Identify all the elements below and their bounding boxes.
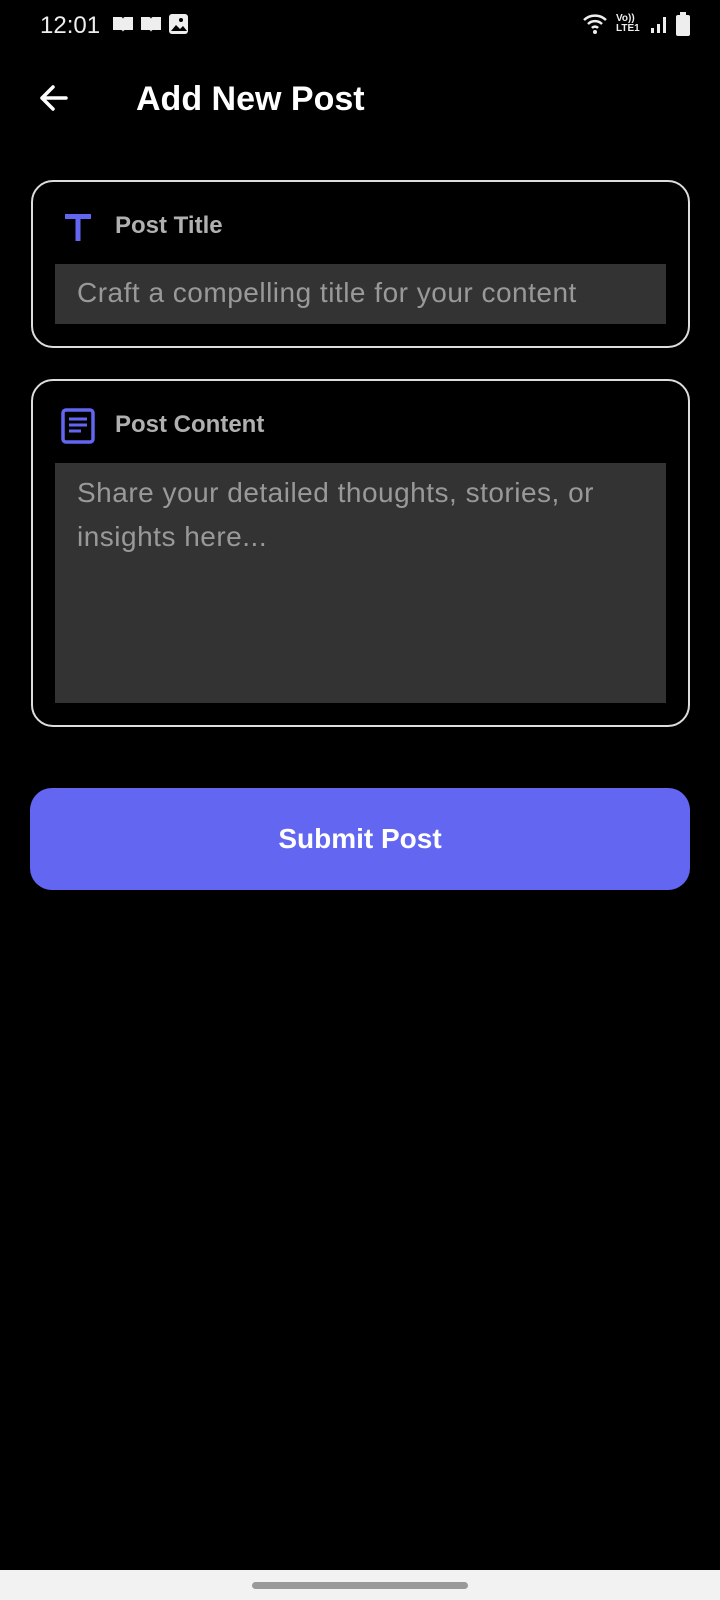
wifi-icon [583,14,607,34]
signal-icon [651,17,666,33]
image-icon [169,14,188,34]
book-icon [113,17,133,32]
app-bar: Add New Post [0,60,720,140]
navigation-bar [0,1570,720,1600]
title-icon [65,214,91,241]
post-content-card: Post Content Share your detailed thought… [31,379,690,727]
back-arrow-icon[interactable] [34,78,74,118]
home-gesture-handle[interactable] [252,1582,468,1589]
post-title-input[interactable]: Craft a compelling title for your conten… [55,264,666,324]
submit-post-button[interactable]: Submit Post [30,788,690,890]
network-label: Vo)) LTE1 [616,13,640,34]
article-icon [61,408,95,444]
post-content-textarea[interactable]: Share your detailed thoughts, stories, o… [55,463,666,703]
battery-icon [676,12,690,36]
post-title-card: Post Title Craft a compelling title for … [31,180,690,348]
status-time: 12:01 [40,12,101,39]
post-title-label: Post Title [115,212,223,239]
book-icon [141,17,161,32]
status-bar: 12:01 Vo)) LTE1 [0,0,720,52]
post-content-label: Post Content [115,411,265,438]
page-title: Add New Post [136,80,365,118]
